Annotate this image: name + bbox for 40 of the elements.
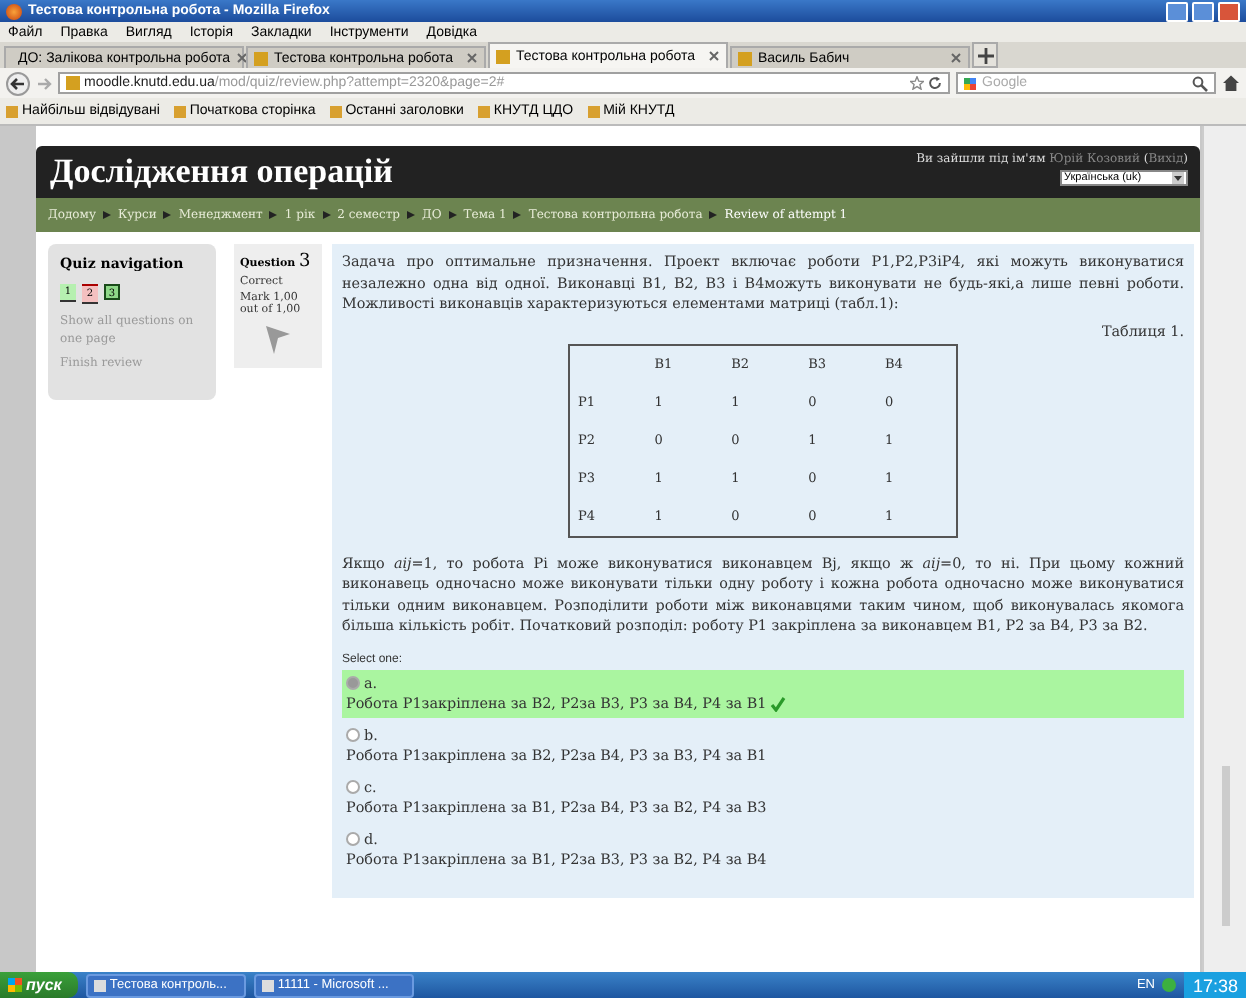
back-arrow-icon[interactable] bbox=[6, 71, 30, 95]
separator-arrow-icon bbox=[102, 210, 112, 220]
separator-arrow-icon bbox=[447, 210, 458, 220]
minimize-button[interactable] bbox=[1166, 1, 1188, 21]
clock: 17:38 bbox=[1184, 972, 1246, 998]
browser-logo-icon bbox=[6, 3, 22, 19]
search-icon[interactable] bbox=[1192, 75, 1208, 91]
reload-icon[interactable] bbox=[928, 76, 942, 90]
separator-arrow-icon bbox=[512, 210, 523, 220]
flag-icon[interactable] bbox=[264, 324, 292, 356]
dropdown-arrow-icon[interactable] bbox=[1172, 172, 1184, 184]
site-favicon-icon bbox=[66, 76, 80, 90]
radio-button[interactable] bbox=[346, 676, 360, 690]
star-icon[interactable] bbox=[910, 76, 924, 90]
separator-arrow-icon bbox=[321, 210, 332, 220]
separator-arrow-icon bbox=[268, 210, 279, 220]
forward-arrow-icon[interactable] bbox=[36, 75, 52, 91]
separator-arrow-icon bbox=[162, 210, 173, 220]
site-favicon-icon bbox=[496, 49, 510, 63]
radio-button[interactable] bbox=[346, 728, 360, 742]
close-icon[interactable] bbox=[950, 52, 962, 64]
separator-arrow-icon bbox=[405, 210, 416, 220]
site-title: Дослідження операцій bbox=[50, 152, 393, 192]
tray-icon[interactable] bbox=[1162, 978, 1177, 992]
start-button[interactable]: пуск bbox=[0, 972, 78, 998]
close-icon[interactable] bbox=[466, 52, 478, 64]
site-favicon-icon bbox=[738, 51, 752, 65]
radio-button[interactable] bbox=[346, 832, 360, 846]
search-engine-icon bbox=[964, 77, 976, 89]
separator-arrow-icon bbox=[708, 210, 719, 220]
close-icon[interactable] bbox=[708, 50, 720, 62]
maximize-button[interactable] bbox=[1192, 1, 1214, 21]
close-button[interactable] bbox=[1218, 1, 1240, 21]
windows-logo-icon bbox=[8, 978, 22, 992]
home-icon[interactable] bbox=[1222, 74, 1240, 92]
site-favicon-icon bbox=[254, 51, 268, 65]
new-tab-icon[interactable] bbox=[972, 42, 998, 68]
close-icon[interactable] bbox=[236, 52, 249, 64]
checkmark-icon bbox=[770, 695, 787, 711]
radio-button[interactable] bbox=[346, 780, 360, 794]
